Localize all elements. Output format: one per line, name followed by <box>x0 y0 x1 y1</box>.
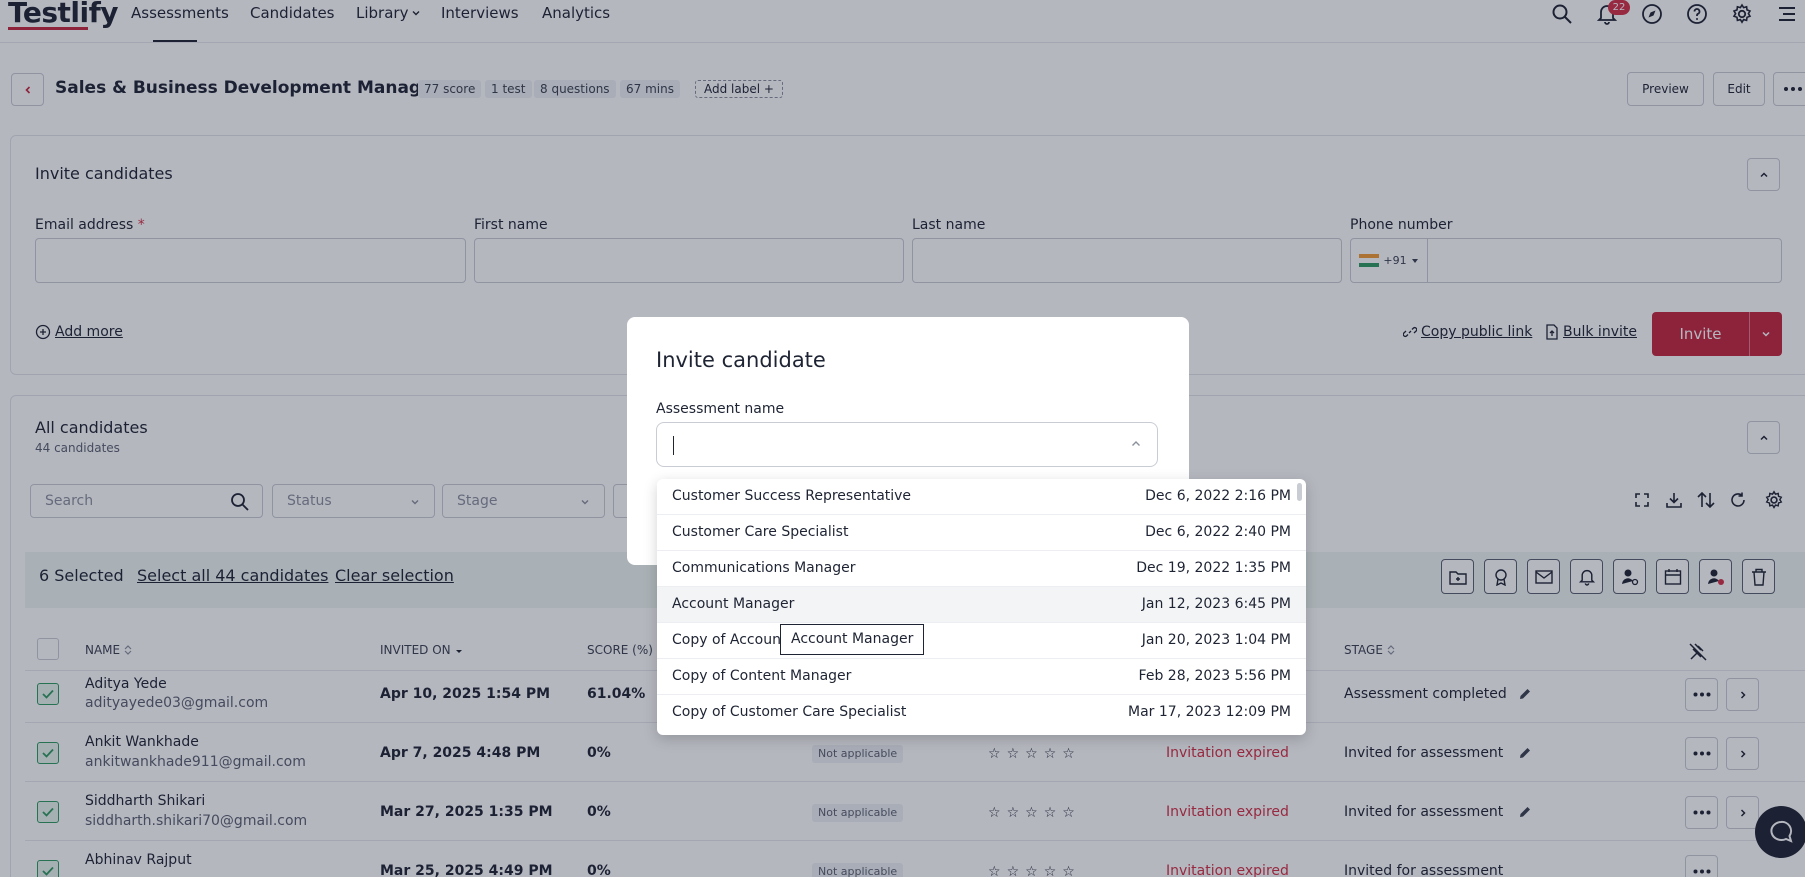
assessment-dropdown: Customer Success Representative Dec 6, 2… <box>657 479 1306 735</box>
dropdown-option[interactable]: Communications Manager Dec 19, 2022 1:35… <box>657 551 1306 587</box>
option-date: Jan 12, 2023 6:45 PM <box>1141 596 1291 612</box>
assessment-name-select[interactable] <box>656 422 1158 467</box>
option-name: Copy of Customer Care Specialist <box>672 704 907 720</box>
dropdown-option-highlighted[interactable]: Account Manager Jan 12, 2023 6:45 PM <box>657 587 1306 623</box>
dropdown-option[interactable]: Copy of Account Jan 20, 2023 1:04 PM <box>657 623 1306 659</box>
option-date: Dec 6, 2022 2:16 PM <box>1145 488 1291 504</box>
dropdown-option[interactable]: Customer Success Representative Dec 6, 2… <box>657 479 1306 515</box>
dropdown-scrollbar[interactable] <box>1297 483 1302 501</box>
option-tooltip: Account Manager <box>780 624 925 655</box>
option-date: Mar 17, 2023 12:09 PM <box>1128 704 1291 720</box>
dropdown-option[interactable]: Copy of Customer Care Specialist Mar 17,… <box>657 695 1306 731</box>
dropdown-option[interactable]: Copy of Content Manager Feb 28, 2023 5:5… <box>657 659 1306 695</box>
option-date: Dec 6, 2022 2:40 PM <box>1145 524 1291 540</box>
option-date: Feb 28, 2023 5:56 PM <box>1138 668 1291 684</box>
dropdown-option[interactable]: Customer Care Specialist Dec 6, 2022 2:4… <box>657 515 1306 551</box>
assessment-name-label: Assessment name <box>656 401 785 417</box>
option-name: Customer Care Specialist <box>672 524 849 540</box>
chevron-up-icon[interactable] <box>1129 437 1143 451</box>
option-name: Copy of Account <box>672 632 787 648</box>
option-name: Account Manager <box>672 596 795 612</box>
option-date: Dec 19, 2022 1:35 PM <box>1136 560 1291 576</box>
modal-title: Invite candidate <box>656 348 826 372</box>
option-date: Jan 20, 2023 1:04 PM <box>1141 632 1291 648</box>
option-name: Customer Success Representative <box>672 488 912 504</box>
option-name: Copy of Content Manager <box>672 668 852 684</box>
text-cursor <box>673 436 674 455</box>
option-name: Communications Manager <box>672 560 856 576</box>
